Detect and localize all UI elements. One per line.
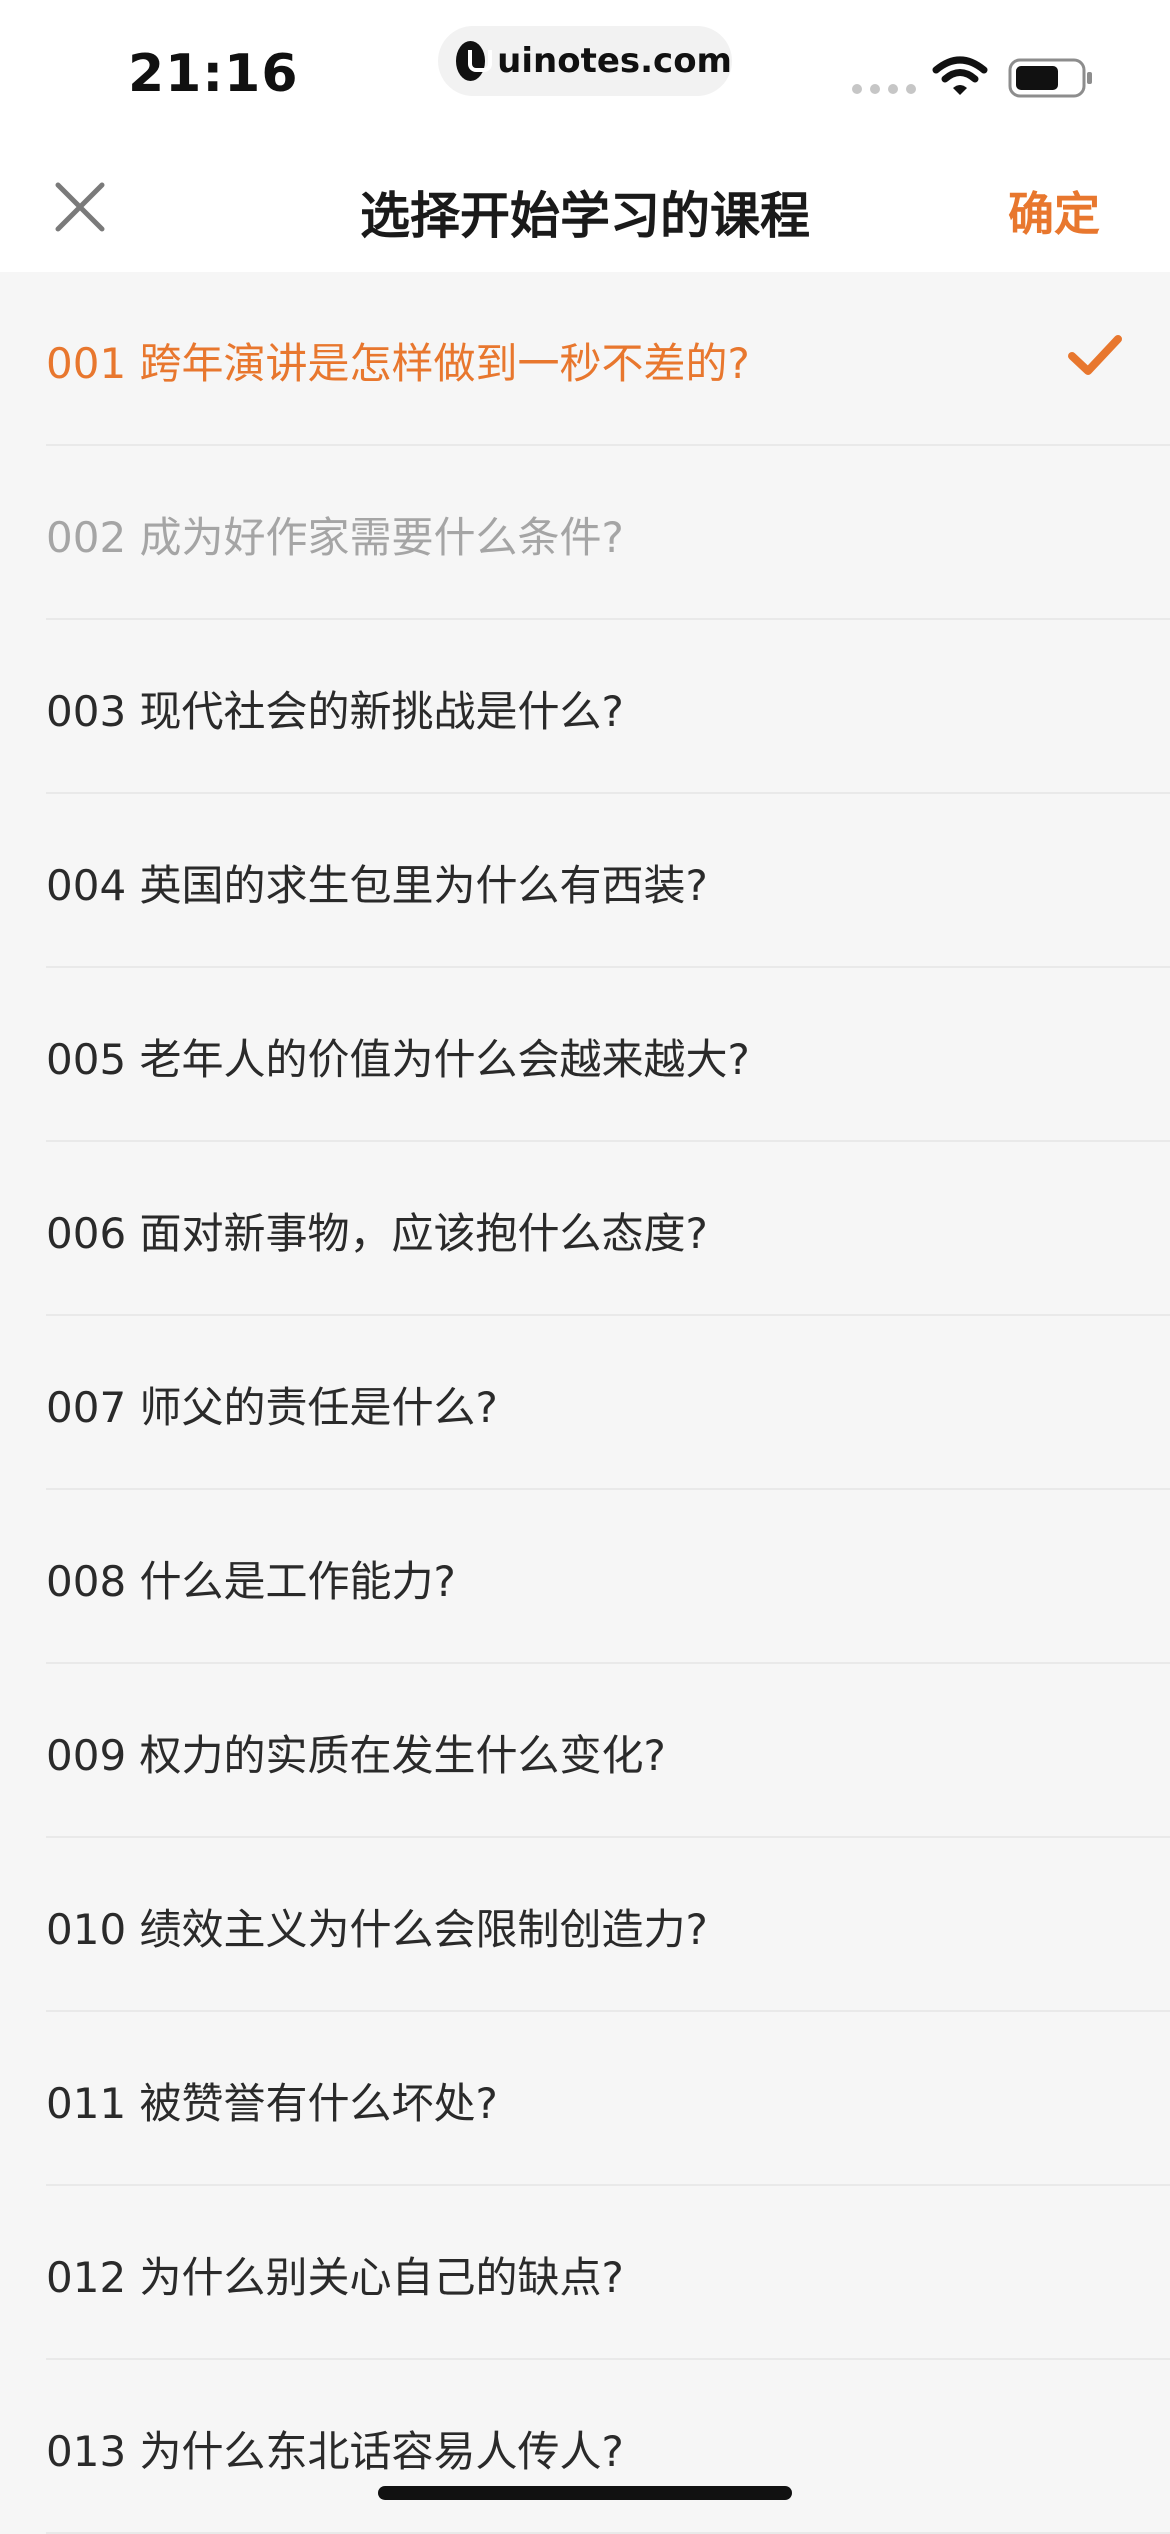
course-label: 009 权力的实质在发生什么变化? — [46, 1731, 666, 1780]
course-item[interactable]: 006 面对新事物，应该抱什么态度? — [46, 1142, 1170, 1316]
course-item[interactable]: 005 老年人的价值为什么会越来越大? — [46, 968, 1170, 1142]
course-label: 005 老年人的价值为什么会越来越大? — [46, 1035, 750, 1084]
course-label: 010 绩效主义为什么会限制创造力? — [46, 1905, 708, 1954]
confirm-button[interactable]: 确定 — [1008, 178, 1100, 244]
course-label: 008 什么是工作能力? — [46, 1557, 456, 1606]
course-label: 002 成为好作家需要什么条件? — [46, 513, 624, 562]
site-logo-icon — [456, 41, 493, 81]
course-item[interactable]: 010 绩效主义为什么会限制创造力? — [46, 1838, 1170, 2012]
status-time: 21:16 — [128, 44, 299, 104]
page-title: 选择开始学习的课程 — [360, 187, 810, 245]
course-label: 001 跨年演讲是怎样做到一秒不差的? — [46, 339, 750, 388]
course-item[interactable]: 009 权力的实质在发生什么变化? — [46, 1664, 1170, 1838]
course-label: 007 师父的责任是什么? — [46, 1383, 498, 1432]
course-item[interactable]: 008 什么是工作能力? — [46, 1490, 1170, 1664]
course-label: 003 现代社会的新挑战是什么? — [46, 687, 624, 736]
course-item[interactable]: 011 被赞誉有什么坏处? — [46, 2012, 1170, 2186]
course-item: 002 成为好作家需要什么条件? — [46, 446, 1170, 620]
course-item[interactable]: 013 为什么东北话容易人传人? — [46, 2360, 1170, 2534]
course-label: 013 为什么东北话容易人传人? — [46, 2427, 624, 2476]
url-pill[interactable]: uinotes.com — [438, 26, 732, 96]
course-item[interactable]: 004 英国的求生包里为什么有西装? — [46, 794, 1170, 968]
home-indicator[interactable] — [378, 2486, 792, 2500]
wifi-icon — [932, 56, 988, 95]
nav-bar: 选择开始学习的课程 确定 — [0, 140, 1170, 272]
cellular-signal-icon — [852, 84, 916, 94]
course-list: 001 跨年演讲是怎样做到一秒不差的? 002 成为好作家需要什么条件? 003 现… — [0, 272, 1170, 2534]
url-text: uinotes.com — [497, 41, 732, 81]
course-label: 012 为什么别关心自己的缺点? — [46, 2253, 624, 2302]
course-label: 004 英国的求生包里为什么有西装? — [46, 861, 708, 910]
status-bar: 21:16 uinotes.com — [0, 0, 1170, 140]
checkmark-icon — [1068, 335, 1122, 375]
course-item[interactable]: 003 现代社会的新挑战是什么? — [46, 620, 1170, 794]
course-item[interactable]: 012 为什么别关心自己的缺点? — [46, 2186, 1170, 2360]
battery-icon — [1008, 58, 1092, 98]
course-label: 006 面对新事物，应该抱什么态度? — [46, 1209, 708, 1258]
course-label: 011 被赞誉有什么坏处? — [46, 2079, 498, 2128]
course-item[interactable]: 007 师父的责任是什么? — [46, 1316, 1170, 1490]
course-item[interactable]: 001 跨年演讲是怎样做到一秒不差的? — [46, 272, 1170, 446]
